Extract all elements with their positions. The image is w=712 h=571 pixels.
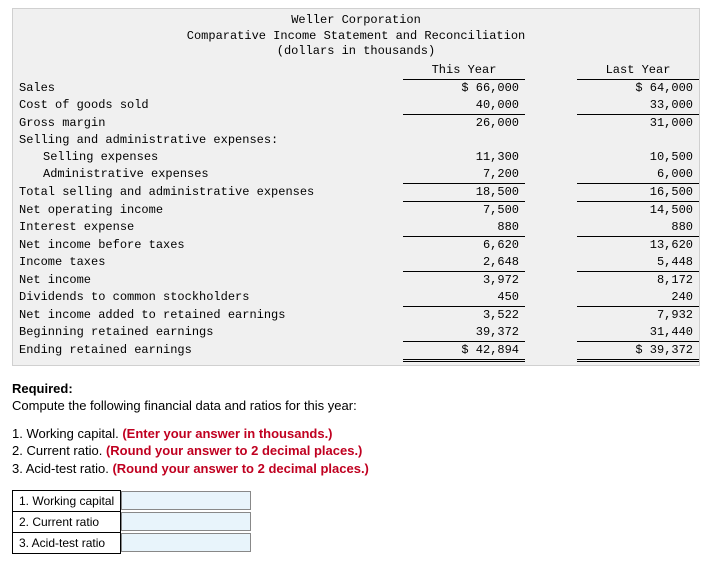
statement-title: Comparative Income Statement and Reconci… (13, 29, 699, 45)
answer-label-wc: 1. Working capital (13, 490, 121, 511)
required-prompt: Compute the following financial data and… (12, 397, 700, 415)
row-net-income: Net income 3,972 8,172 (13, 271, 699, 289)
row-dividends: Dividends to common stockholders 450 240 (13, 289, 699, 307)
statement-header: Weller Corporation Comparative Income St… (12, 8, 700, 62)
row-sae-header: Selling and administrative expenses: (13, 132, 699, 149)
row-cogs: Cost of goods sold 40,000 33,000 (13, 97, 699, 115)
company-name: Weller Corporation (13, 13, 699, 29)
acid-test-ratio-input[interactable] (121, 533, 251, 552)
row-selling-exp: Selling expenses 11,300 10,500 (13, 149, 699, 166)
row-end-re: Ending retained earnings $ 42,894 $ 39,3… (13, 341, 699, 360)
req-item-1: 1. Working capital. (Enter your answer i… (12, 425, 700, 443)
req-item-2: 2. Current ratio. (Round your answer to … (12, 442, 700, 460)
units-note: (dollars in thousands) (13, 44, 699, 60)
current-ratio-input[interactable] (121, 512, 251, 531)
row-gross-margin: Gross margin 26,000 31,000 (13, 114, 699, 132)
required-section: Required: Compute the following financia… (12, 380, 700, 478)
col-this-year: This Year (403, 62, 525, 80)
row-total-sae: Total selling and administrative expense… (13, 183, 699, 201)
row-noi: Net operating income 7,500 14,500 (13, 201, 699, 219)
req-item-3: 3. Acid-test ratio. (Round your answer t… (12, 460, 700, 478)
row-nibt: Net income before taxes 6,620 13,620 (13, 236, 699, 254)
row-interest: Interest expense 880 880 (13, 219, 699, 237)
required-title: Required: (12, 381, 73, 396)
working-capital-input[interactable] (121, 491, 251, 510)
label-sales: Sales (13, 79, 403, 97)
row-taxes: Income taxes 2,648 5,448 (13, 254, 699, 272)
row-admin-exp: Administrative expenses 7,200 6,000 (13, 166, 699, 184)
row-beg-re: Beginning retained earnings 39,372 31,44… (13, 324, 699, 342)
answer-label-at: 3. Acid-test ratio (13, 532, 121, 553)
income-statement-table: This Year Last Year Sales $ 66,000 $ 64,… (13, 62, 699, 362)
answer-label-cr: 2. Current ratio (13, 511, 121, 532)
col-last-year: Last Year (577, 62, 699, 80)
answer-table: 1. Working capital 2. Current ratio 3. A… (12, 490, 252, 554)
row-sales: Sales $ 66,000 $ 64,000 (13, 79, 699, 97)
row-ni-added-re: Net income added to retained earnings 3,… (13, 306, 699, 324)
